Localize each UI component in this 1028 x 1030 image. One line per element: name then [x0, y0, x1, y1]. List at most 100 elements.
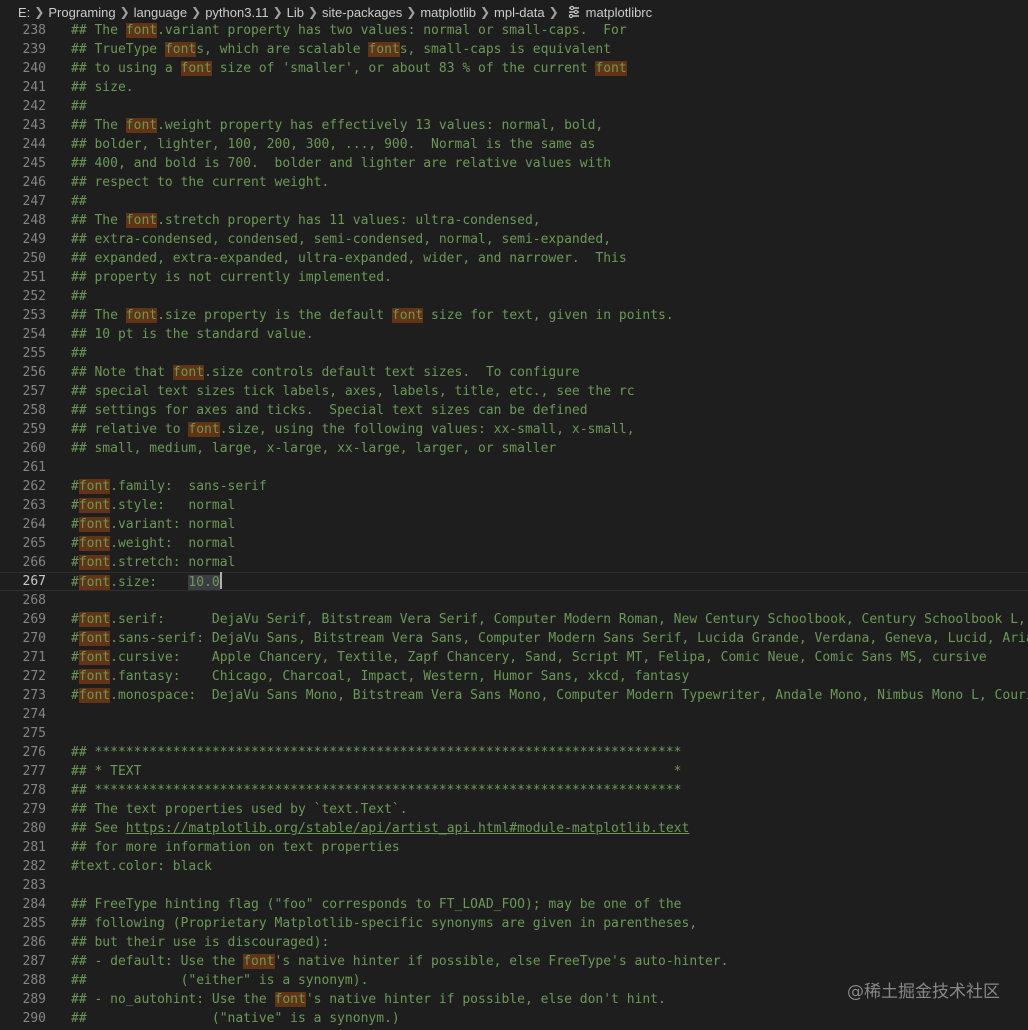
- code-line[interactable]: 249 ## extra-condensed, condensed, semi-c…: [0, 230, 1028, 249]
- search-match: font: [172, 365, 205, 380]
- code-line[interactable]: 254 ## 10 pt is the standard value.: [0, 325, 1028, 344]
- code-line[interactable]: 283: [0, 876, 1028, 895]
- code-text: #: [71, 517, 79, 532]
- search-match: font: [595, 61, 627, 76]
- breadcrumb-item[interactable]: matplotlib: [420, 5, 476, 20]
- code-line[interactable]: 271 #font.cursive: Apple Chancery, Textil…: [0, 648, 1028, 667]
- code-line[interactable]: 282 #text.color: black: [0, 857, 1028, 876]
- code-line[interactable]: 286 ## but their use is discouraged):: [0, 933, 1028, 952]
- code-editor[interactable]: 238 ## The font.variant property has two …: [0, 21, 1028, 1030]
- code-line[interactable]: 259 ## relative to font.size, using the f…: [0, 420, 1028, 439]
- code-line[interactable]: 278 ## **********************************…: [0, 781, 1028, 800]
- line-code: #font.serif: DejaVu Serif, Bitstream Ver…: [71, 610, 1028, 629]
- code-line[interactable]: 245 ## 400, and bold is 700. bolder and l…: [0, 154, 1028, 173]
- search-match: font: [78, 650, 111, 665]
- code-text: ## The: [71, 118, 126, 133]
- code-line[interactable]: 276 ## **********************************…: [0, 743, 1028, 762]
- code-line[interactable]: 253 ## The font.size property is the defa…: [0, 306, 1028, 325]
- code-line[interactable]: 239 ## TrueType fonts, which are scalable…: [0, 40, 1028, 59]
- code-line[interactable]: 246 ## respect to the current weight.: [0, 173, 1028, 192]
- line-code: ##: [71, 192, 87, 211]
- code-line[interactable]: 251 ## property is not currently implemen…: [0, 268, 1028, 287]
- code-text: ## settings for axes and ticks. Special …: [71, 403, 588, 418]
- breadcrumb-item[interactable]: mpl-data: [494, 5, 545, 20]
- code-line[interactable]: 274: [0, 705, 1028, 724]
- code-line[interactable]: 255 ##: [0, 344, 1028, 363]
- code-line[interactable]: 284 ## FreeType hinting flag ("foo" corre…: [0, 895, 1028, 914]
- line-number: 253: [22, 308, 46, 323]
- breadcrumb-item[interactable]: E:: [18, 5, 30, 20]
- line-number: 279: [22, 802, 46, 817]
- code-line[interactable]: 263 #font.style: normal: [0, 496, 1028, 515]
- code-line[interactable]: 273 #font.monospace: DejaVu Sans Mono, Bi…: [0, 686, 1028, 705]
- code-line[interactable]: 275: [0, 724, 1028, 743]
- line-code: #font.weight: normal: [71, 534, 235, 553]
- breadcrumb-item[interactable]: site-packages: [322, 5, 402, 20]
- code-line[interactable]: 250 ## expanded, extra-expanded, ultra-ex…: [0, 249, 1028, 268]
- line-code: #font.stretch: normal: [71, 553, 235, 572]
- code-text: #: [71, 575, 79, 590]
- code-line[interactable]: 252 ##: [0, 287, 1028, 306]
- code-text: .variant property has two values: normal…: [157, 23, 627, 38]
- code-line[interactable]: 272 #font.fantasy: Chicago, Charcoal, Imp…: [0, 667, 1028, 686]
- code-line[interactable]: 269 #font.serif: DejaVu Serif, Bitstream …: [0, 610, 1028, 629]
- code-text: 's native hinter if possible, else don't…: [305, 992, 666, 1007]
- line-number: 244: [22, 137, 46, 152]
- breadcrumb-item[interactable]: Programing: [48, 5, 115, 20]
- line-number: 281: [22, 840, 46, 855]
- code-line[interactable]: 290 ## ("native" is a synonym.): [0, 1009, 1028, 1028]
- code-line[interactable]: 268: [0, 591, 1028, 610]
- code-line[interactable]: 277 ## * TEXT *: [0, 762, 1028, 781]
- code-line[interactable]: 261: [0, 458, 1028, 477]
- code-line[interactable]: 281 ## for more information on text prope…: [0, 838, 1028, 857]
- url-link[interactable]: https://matplotlib.org/stable/api/artist…: [126, 821, 690, 836]
- code-text: .family: sans-serif: [110, 479, 267, 494]
- line-code: ## expanded, extra-expanded, ultra-expan…: [71, 249, 627, 268]
- code-line[interactable]: 266 #font.stretch: normal: [0, 553, 1028, 572]
- code-line[interactable]: 256 ## Note that font.size controls defau…: [0, 363, 1028, 382]
- breadcrumb-item[interactable]: language: [134, 5, 188, 20]
- code-line[interactable]: 280 ## See https://matplotlib.org/stable/…: [0, 819, 1028, 838]
- breadcrumb-item[interactable]: matplotlibrc: [586, 5, 652, 20]
- code-text: size for text, given in points.: [423, 308, 674, 323]
- line-code: ## ("either" is a synonym).: [71, 971, 368, 990]
- line-code: #font.fantasy: Chicago, Charcoal, Impact…: [71, 667, 689, 686]
- code-line[interactable]: 270 #font.sans-serif: DejaVu Sans, Bitstr…: [0, 629, 1028, 648]
- line-code: ## - default: Use the font's native hint…: [71, 952, 728, 971]
- code-text: ## - default: Use the: [71, 954, 244, 969]
- code-line[interactable]: 242 ##: [0, 97, 1028, 116]
- code-line[interactable]: 287 ## - default: Use the font's native h…: [0, 952, 1028, 971]
- code-line[interactable]: 258 ## settings for axes and ticks. Speci…: [0, 401, 1028, 420]
- line-number: 276: [22, 745, 46, 760]
- code-text: .size controls default text sizes. To co…: [204, 365, 580, 380]
- code-line[interactable]: 243 ## The font.weight property has effec…: [0, 116, 1028, 135]
- code-line[interactable]: 247 ##: [0, 192, 1028, 211]
- code-line[interactable]: 257 ## special text sizes tick labels, ax…: [0, 382, 1028, 401]
- code-line[interactable]: 267 #font.size: 10.0: [0, 572, 1028, 591]
- code-line[interactable]: 244 ## bolder, lighter, 100, 200, 300, ..…: [0, 135, 1028, 154]
- line-code: ## The font.variant property has two val…: [71, 21, 627, 40]
- code-text: .cursive: Apple Chancery, Textile, Zapf …: [110, 650, 987, 665]
- line-number: 240: [22, 61, 46, 76]
- line-code: ## Note that font.size controls default …: [71, 363, 580, 382]
- code-line[interactable]: 238 ## The font.variant property has two …: [0, 21, 1028, 40]
- code-line[interactable]: 260 ## small, medium, large, x-large, xx-…: [0, 439, 1028, 458]
- search-match: font: [391, 308, 424, 323]
- search-match: font: [78, 688, 111, 703]
- code-text: .size property is the default: [157, 308, 392, 323]
- line-number: 251: [22, 270, 46, 285]
- code-text: #text.color: black: [71, 859, 212, 874]
- code-text: .variant: normal: [110, 517, 236, 532]
- code-line[interactable]: 279 ## The text properties used by `text.…: [0, 800, 1028, 819]
- code-line[interactable]: 285 ## following (Proprietary Matplotlib-…: [0, 914, 1028, 933]
- code-line[interactable]: 264 #font.variant: normal: [0, 515, 1028, 534]
- code-line[interactable]: 262 #font.family: sans-serif: [0, 477, 1028, 496]
- code-text: size of 'smaller', or about 83 % of the …: [211, 61, 596, 76]
- code-line[interactable]: 241 ## size.: [0, 78, 1028, 97]
- code-line[interactable]: 248 ## The font.stretch property has 11 v…: [0, 211, 1028, 230]
- breadcrumb-item[interactable]: python3.11: [205, 5, 268, 20]
- code-line[interactable]: 265 #font.weight: normal: [0, 534, 1028, 553]
- code-line[interactable]: 240 ## to using a font size of 'smaller',…: [0, 59, 1028, 78]
- line-number: 242: [22, 99, 46, 114]
- breadcrumb-item[interactable]: Lib: [287, 5, 304, 20]
